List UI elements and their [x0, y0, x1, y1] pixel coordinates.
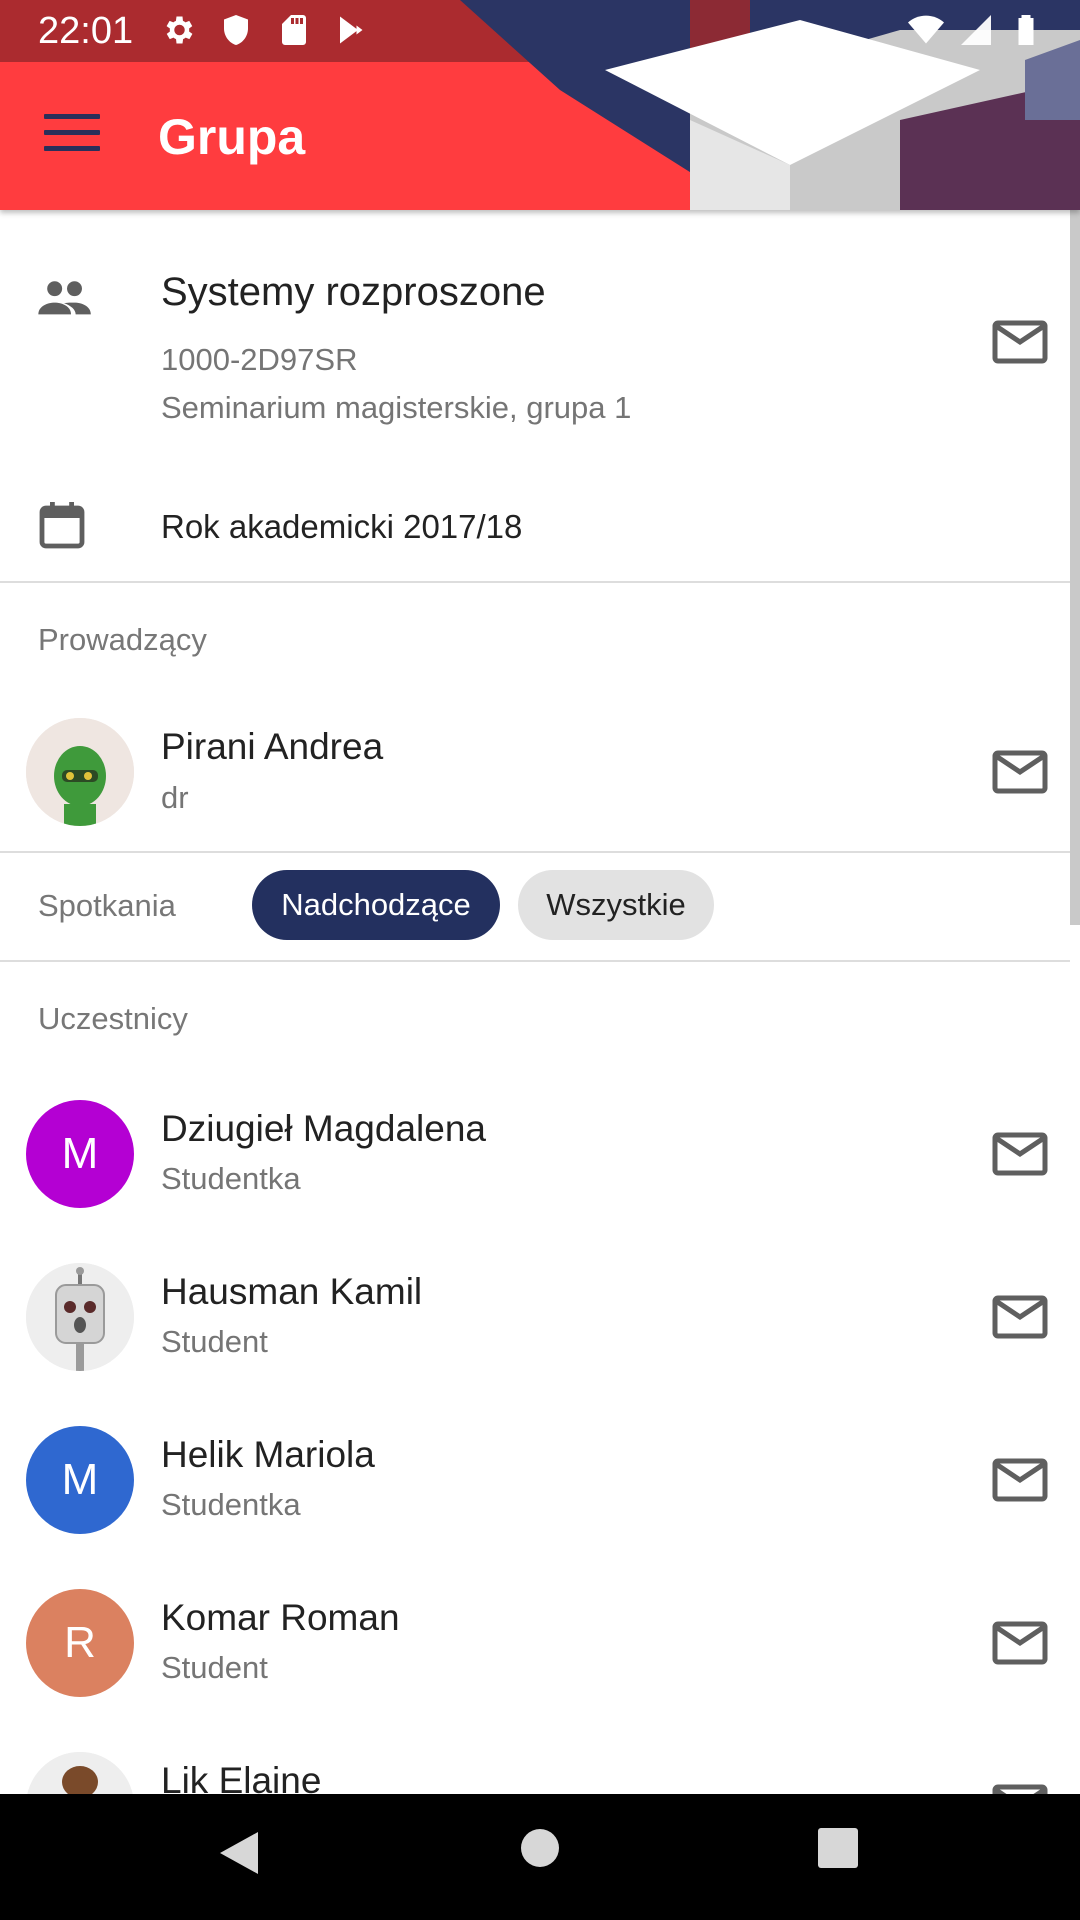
- participant-name[interactable]: Dziugieł Magdalena: [161, 1108, 486, 1150]
- mail-icon[interactable]: [992, 1458, 1048, 1502]
- settings-icon: [166, 16, 193, 44]
- avatar-image: [26, 1263, 134, 1371]
- divider: [0, 581, 1070, 583]
- participant-role: Student: [161, 1650, 268, 1685]
- mail-icon[interactable]: [992, 1295, 1048, 1339]
- participant-name[interactable]: Helik Mariola: [161, 1434, 375, 1476]
- group-name: Systemy rozproszone: [161, 270, 546, 314]
- avatar: [26, 1263, 134, 1371]
- avatar: M: [26, 1100, 134, 1208]
- navigation-bar: [0, 1794, 1080, 1920]
- avatar: M: [26, 1426, 134, 1534]
- scrollbar[interactable]: [1070, 210, 1080, 925]
- participant-name[interactable]: Hausman Kamil: [161, 1271, 422, 1313]
- mail-icon[interactable]: [992, 1621, 1048, 1665]
- academic-year: Rok akademicki 2017/18: [161, 508, 523, 545]
- participant-role: Student: [161, 1324, 268, 1359]
- participant-role: Studentka: [161, 1487, 301, 1522]
- hamburger-line: [44, 130, 100, 135]
- menu-button[interactable]: [44, 114, 100, 158]
- back-icon[interactable]: [216, 1828, 262, 1878]
- avatar: R: [26, 1589, 134, 1697]
- signal-icon: [961, 15, 991, 45]
- group-code: 1000-2D97SR: [161, 342, 358, 377]
- recents-icon[interactable]: [818, 1828, 858, 1868]
- chip-all[interactable]: Wszystkie: [518, 870, 714, 940]
- battery-icon: [1018, 15, 1034, 45]
- status-bar: 22:01: [0, 0, 1080, 62]
- divider: [0, 851, 1070, 853]
- mail-icon[interactable]: [992, 750, 1048, 794]
- status-time: 22:01: [38, 10, 134, 52]
- mail-icon[interactable]: [992, 320, 1048, 364]
- group-type: Seminarium magisterskie, grupa 1: [161, 390, 632, 425]
- teacher-name[interactable]: Pirani Andrea: [161, 726, 383, 768]
- sd-card-icon: [282, 15, 306, 45]
- divider: [0, 960, 1070, 962]
- wifi-icon: [908, 15, 944, 44]
- play-store-icon: [340, 16, 363, 44]
- participants-section-label: Uczestnicy: [38, 1001, 188, 1036]
- teachers-section-label: Prowadzący: [38, 622, 207, 657]
- avatar-image: [26, 718, 134, 826]
- calendar-icon: [39, 502, 85, 549]
- hamburger-line: [44, 114, 100, 119]
- meetings-label: Spotkania: [38, 888, 176, 923]
- group-icon: [38, 281, 91, 315]
- hamburger-line: [44, 146, 100, 151]
- home-icon[interactable]: [520, 1828, 560, 1868]
- participant-role: Studentka: [161, 1161, 301, 1196]
- avatar: [26, 718, 134, 826]
- shield-icon: [224, 15, 248, 45]
- participant-name[interactable]: Komar Roman: [161, 1597, 400, 1639]
- page-title: Grupa: [158, 109, 306, 165]
- teacher-title: dr: [161, 780, 189, 815]
- chip-upcoming[interactable]: Nadchodzące: [252, 870, 500, 940]
- mail-icon[interactable]: [992, 1132, 1048, 1176]
